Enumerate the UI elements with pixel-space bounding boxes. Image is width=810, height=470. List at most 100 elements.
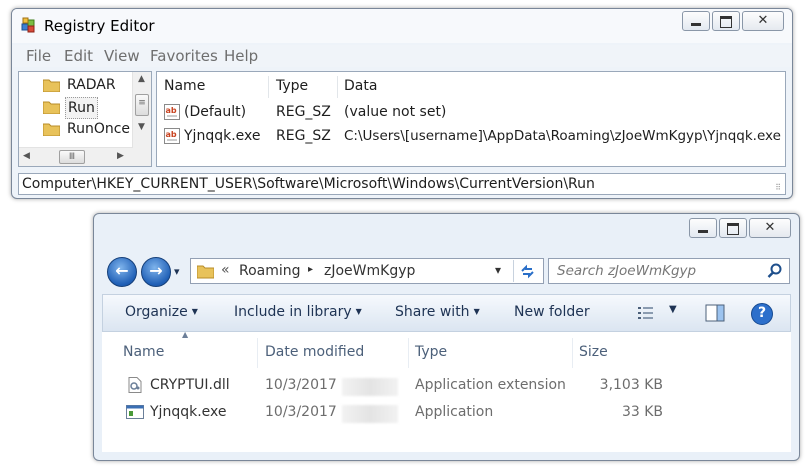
tree-horizontal-scrollbar[interactable]: ◀ Ⅲ ▶	[19, 147, 133, 166]
registry-titlebar[interactable]: Registry Editor ✕	[12, 9, 792, 43]
close-icon: ✕	[764, 220, 776, 235]
breadcrumb-chevron-icon[interactable]: ▸	[308, 264, 313, 275]
file-list[interactable]: ▲ Name Date modified Type Size CRYPTUI.d…	[102, 330, 791, 452]
column-header-type[interactable]: Type	[415, 344, 447, 360]
include-in-library-button[interactable]: Include in library ▼	[234, 304, 362, 320]
file-name: CRYPTUI.dll	[150, 377, 230, 393]
column-divider[interactable]	[408, 338, 409, 368]
breadcrumb-zjoewmkgyp[interactable]: zJoeWmKgyp	[324, 263, 415, 279]
minimize-button[interactable]	[682, 11, 710, 31]
share-with-button[interactable]: Share with ▼	[395, 304, 480, 320]
menu-view[interactable]: View	[104, 47, 140, 65]
share-label: Share with	[395, 304, 470, 320]
svg-text:ab: ab	[166, 130, 177, 139]
address-dropdown-icon[interactable]: ▾	[495, 263, 501, 277]
value-data: (value not set)	[344, 104, 447, 120]
scroll-thumb[interactable]: ≡	[135, 94, 149, 116]
caption-buttons: ✕	[682, 11, 784, 31]
column-divider[interactable]	[337, 76, 338, 98]
list-item[interactable]: Yjnqqk.exe 10/3/2017 Application 33 KB	[102, 401, 791, 425]
refresh-icon	[521, 264, 534, 279]
change-view-button[interactable]: ▼	[635, 303, 683, 323]
column-divider[interactable]	[268, 76, 269, 98]
value-data: C:\Users\[username]\AppData\Roaming\zJoe…	[344, 128, 781, 144]
file-size: 33 KB	[621, 404, 663, 420]
search-input[interactable]: Search zJoeWmKgyp	[557, 263, 696, 279]
forward-button[interactable]: →	[141, 257, 171, 287]
close-button[interactable]: ✕	[749, 218, 791, 238]
scroll-left-icon[interactable]: ◀	[23, 151, 30, 161]
file-date: 10/3/2017	[265, 404, 337, 420]
scroll-down-icon[interactable]: ▼	[138, 122, 145, 132]
registry-editor-icon	[21, 17, 35, 33]
minimize-button[interactable]	[689, 218, 717, 238]
dropdown-icon: ▼	[355, 307, 362, 316]
tree-vertical-scrollbar[interactable]: ▲ ≡ ▼	[132, 72, 151, 166]
value-name: (Default)	[184, 104, 247, 120]
current-key-path: Computer\HKEY_CURRENT_USER\Software\Micr…	[22, 176, 595, 192]
breadcrumb-roaming[interactable]: Roaming	[239, 263, 301, 279]
registry-editor-window: Registry Editor ✕ File Edit View Favorit…	[11, 8, 793, 199]
tree-item-label: RADAR	[67, 77, 116, 93]
exe-file-icon	[126, 405, 144, 419]
breadcrumb-overflow[interactable]: «	[221, 262, 230, 278]
tree-item-label: RunOnce	[67, 121, 131, 137]
menu-bar: File Edit View Favorites Help	[12, 45, 792, 67]
dropdown-icon: ▼	[473, 307, 480, 316]
svg-text:ab: ab	[166, 106, 177, 115]
column-header-name[interactable]: Name	[164, 78, 205, 94]
folder-icon	[197, 265, 214, 279]
recent-pages-dropdown-icon[interactable]: ▾	[174, 265, 180, 278]
file-date: 10/3/2017	[265, 377, 337, 393]
maximize-button[interactable]	[719, 218, 747, 238]
caption-buttons: ✕	[689, 218, 791, 238]
preview-pane-icon[interactable]	[705, 304, 725, 322]
close-button[interactable]: ✕	[742, 11, 784, 31]
maximize-icon	[720, 16, 732, 28]
close-icon: ✕	[757, 13, 769, 28]
column-header-size[interactable]: Size	[579, 344, 608, 360]
folder-icon	[43, 101, 60, 114]
menu-help[interactable]: Help	[224, 47, 258, 65]
refresh-button[interactable]	[513, 260, 542, 282]
list-item[interactable]: CRYPTUI.dll 10/3/2017 Application extens…	[102, 374, 791, 398]
column-header-name[interactable]: Name	[123, 344, 164, 360]
column-header-date-modified[interactable]: Date modified	[265, 344, 364, 360]
minimize-icon	[691, 23, 701, 26]
file-type: Application	[415, 404, 494, 420]
table-row[interactable]: ab Yjnqqk.exe REG_SZ C:\Users\[username]…	[157, 126, 785, 148]
key-tree-pane[interactable]: RADAR Run RunOnce ▲ ≡ ▼ ◀ Ⅲ ▶	[18, 71, 152, 167]
folder-icon	[43, 123, 60, 136]
menu-edit[interactable]: Edit	[64, 47, 93, 65]
column-header-type[interactable]: Type	[276, 78, 308, 94]
view-dropdown-icon: ▼	[669, 304, 677, 315]
column-divider[interactable]	[257, 338, 258, 368]
string-value-icon: ab	[164, 128, 180, 144]
back-button[interactable]: ←	[107, 257, 137, 287]
search-box[interactable]: Search zJoeWmKgyp	[548, 258, 790, 284]
tree-item-label: Run	[65, 97, 98, 119]
details-view-icon	[638, 307, 653, 319]
column-divider[interactable]	[572, 338, 573, 368]
scroll-thumb[interactable]: Ⅲ	[59, 150, 85, 164]
dll-file-icon	[128, 377, 142, 393]
grip-icon: Ⅲ	[68, 152, 76, 162]
maximize-button[interactable]	[712, 11, 740, 31]
resize-grip-icon[interactable]: ⠿	[775, 183, 782, 192]
redacted-time	[342, 405, 398, 423]
scroll-right-icon[interactable]: ▶	[117, 151, 124, 161]
menu-favorites[interactable]: Favorites	[150, 47, 218, 65]
value-type: REG_SZ	[276, 128, 331, 144]
organize-button[interactable]: Organize ▼	[125, 304, 198, 320]
window-title: Registry Editor	[44, 17, 155, 35]
forward-arrow-icon: →	[149, 261, 163, 280]
column-header-data[interactable]: Data	[344, 78, 377, 94]
new-folder-button[interactable]: New folder	[514, 304, 590, 320]
table-row[interactable]: ab (Default) REG_SZ (value not set)	[157, 102, 785, 124]
scroll-up-icon[interactable]: ▲	[138, 74, 145, 84]
help-button[interactable]: ?	[751, 303, 773, 325]
menu-file[interactable]: File	[26, 47, 51, 65]
address-bar[interactable]: « Roaming ▸ zJoeWmKgyp ▾	[190, 258, 544, 284]
values-pane[interactable]: Name Type Data ab (Default) REG_SZ (valu…	[156, 71, 786, 167]
search-icon[interactable]	[767, 263, 783, 279]
